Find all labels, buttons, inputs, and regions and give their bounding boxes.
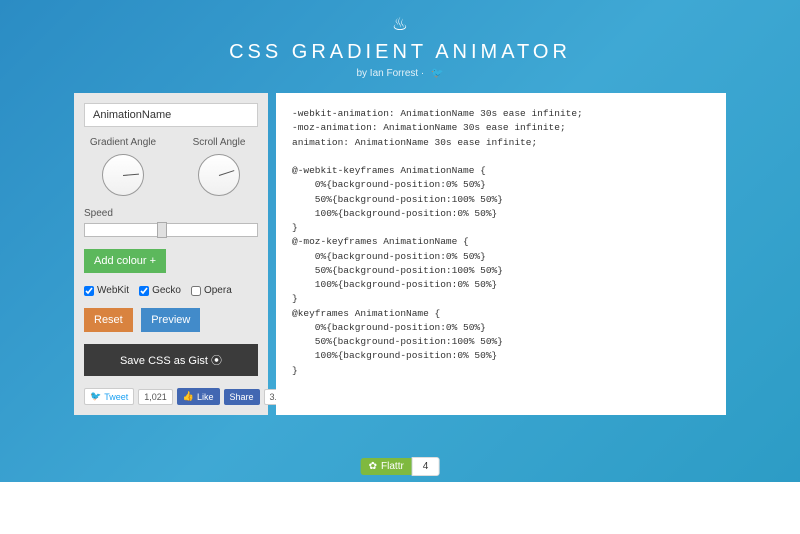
flattr-label: Flattr bbox=[381, 461, 404, 472]
byline: by Ian Forrest · 🐦 bbox=[0, 68, 800, 79]
save-gist-button[interactable]: Save CSS as Gist ⦿ bbox=[84, 344, 258, 376]
gecko-checkbox-label[interactable]: Gecko bbox=[139, 285, 181, 296]
twitter-icon[interactable]: 🐦 bbox=[431, 68, 443, 79]
logo: ♨ bbox=[0, 0, 800, 35]
webkit-checkbox-label[interactable]: WebKit bbox=[84, 285, 129, 296]
webkit-checkbox[interactable] bbox=[84, 286, 94, 296]
fb-like-button[interactable]: 👍 Like bbox=[177, 388, 220, 405]
gradient-angle-label: Gradient Angle bbox=[84, 137, 162, 148]
byline-text: by Ian Forrest · bbox=[356, 68, 424, 79]
gecko-checkbox[interactable] bbox=[139, 286, 149, 296]
flattr-icon: ✿ bbox=[369, 461, 377, 472]
reset-button[interactable]: Reset bbox=[84, 308, 133, 332]
opera-checkbox[interactable] bbox=[191, 286, 201, 296]
animation-name-input[interactable] bbox=[84, 103, 258, 127]
github-icon: ⦿ bbox=[211, 355, 222, 367]
flattr-widget[interactable]: ✿ Flattr 4 bbox=[361, 457, 440, 476]
tweet-count: 1,021 bbox=[138, 389, 173, 405]
speed-slider-thumb[interactable] bbox=[157, 222, 167, 238]
gradient-angle-dial[interactable] bbox=[102, 154, 144, 196]
speed-label: Speed bbox=[84, 208, 258, 219]
scroll-angle-label: Scroll Angle bbox=[180, 137, 258, 148]
speed-slider[interactable] bbox=[84, 223, 258, 237]
preview-button[interactable]: Preview bbox=[141, 308, 200, 332]
scroll-angle-dial[interactable] bbox=[198, 154, 240, 196]
controls-panel: Gradient Angle Scroll Angle Speed Add co… bbox=[74, 93, 268, 415]
add-colour-button[interactable]: Add colour + bbox=[84, 249, 166, 273]
tweet-button[interactable]: 🐦 Tweet bbox=[84, 388, 134, 405]
flame-icon: ♨ bbox=[392, 14, 408, 34]
css-output[interactable]: -webkit-animation: AnimationName 30s eas… bbox=[276, 93, 726, 415]
opera-checkbox-label[interactable]: Opera bbox=[191, 285, 232, 296]
flattr-count: 4 bbox=[412, 457, 440, 476]
page-title: CSS GRADIENT ANIMATOR bbox=[0, 41, 800, 64]
fb-share-button[interactable]: Share bbox=[224, 389, 260, 405]
